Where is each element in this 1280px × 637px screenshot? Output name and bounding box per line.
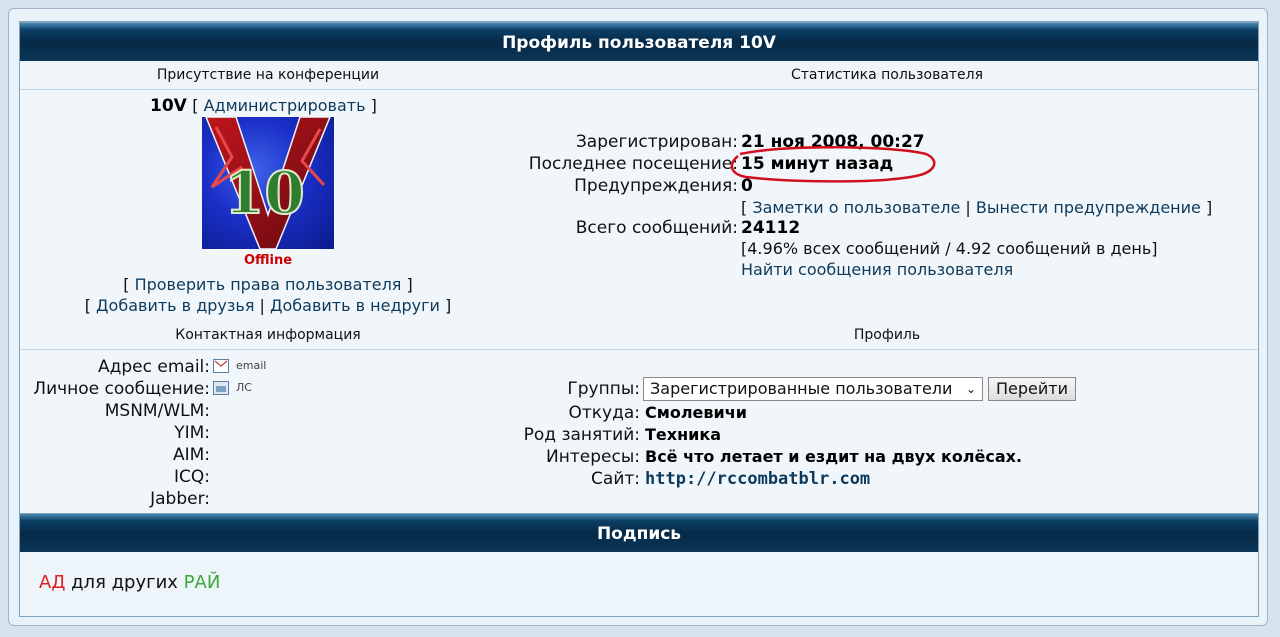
aim-label: AIM:: [172, 445, 210, 465]
signature-part-red: АД: [39, 572, 66, 593]
from-label: Откуда:: [568, 403, 640, 423]
annotation-circle: [730, 146, 936, 183]
jabber-label: Jabber:: [150, 489, 210, 509]
groups-label: Группы:: [567, 379, 640, 399]
admin-link[interactable]: Администрировать: [204, 96, 366, 115]
msn-label: MSNM/WLM:: [104, 401, 210, 421]
avatar: 10: [202, 117, 334, 249]
username: 10V: [150, 96, 187, 116]
user-notes-link[interactable]: Заметки о пользователе: [752, 198, 960, 217]
groups-select[interactable]: Зарегистрированные пользователи ⌄: [643, 377, 983, 401]
page-title: Профиль пользователя 10V: [502, 33, 776, 53]
issue-warning-link[interactable]: Вынести предупреждение: [976, 198, 1201, 217]
warnings-label: Предупреждения:: [574, 176, 738, 196]
stats-heading: Статистика пользователя: [516, 62, 1258, 88]
signature-title-bar: Подпись: [20, 513, 1258, 552]
site-label: Сайт:: [591, 469, 640, 489]
chevron-down-icon: ⌄: [965, 382, 976, 396]
email-icon-label: email: [236, 359, 267, 372]
interests-label: Интересы:: [546, 447, 640, 467]
registered-label: Зарегистрирован:: [575, 132, 738, 152]
signature-part-green: РАЙ: [183, 572, 221, 593]
signature-part-middle: для других: [65, 572, 184, 593]
occupation-label: Род занятий:: [523, 425, 640, 445]
from-value: Смолевичи: [645, 403, 747, 422]
email-icon[interactable]: [213, 359, 229, 373]
check-rights-link[interactable]: Проверить права пользователя: [135, 275, 402, 294]
profile-panel: Профиль пользователя 10V Присутствие на …: [19, 21, 1259, 617]
warnings-value: 0: [741, 176, 753, 196]
signature-text: АД для других РАЙ: [39, 572, 220, 593]
svg-text:10: 10: [224, 159, 305, 227]
pm-icon[interactable]: [213, 381, 229, 395]
groups-select-value: Зарегистрированные пользователи: [650, 379, 953, 398]
avatar-image: 10: [205, 117, 331, 249]
pm-icon-label: ЛС: [236, 381, 252, 394]
posts-value: 24112: [741, 218, 801, 238]
posts-label: Всего сообщений:: [575, 218, 738, 238]
find-posts-link[interactable]: Найти сообщения пользователя: [741, 260, 1013, 279]
status-badge: Offline: [243, 253, 293, 268]
email-label: Адрес email:: [98, 357, 210, 377]
icq-label: ICQ:: [174, 467, 210, 487]
contact-heading: Контактная информация: [20, 322, 516, 348]
add-foe-link[interactable]: Добавить в недруги: [270, 296, 440, 315]
interests-value: Всё что летает и ездит на двух колёсах.: [645, 447, 1023, 466]
last-visit-label: Последнее посещение:: [528, 154, 738, 174]
profile-heading: Профиль: [516, 322, 1258, 348]
website-link[interactable]: http://rccombatblr.com: [645, 469, 870, 489]
yim-label: YIM:: [174, 423, 210, 443]
pm-label: Личное сообщение:: [33, 379, 210, 399]
posts-detail: [4.96% всех сообщений / 4.92 сообщений в…: [741, 239, 1158, 258]
presence-heading: Присутствие на конференции: [20, 62, 516, 88]
go-button[interactable]: Перейти: [988, 377, 1076, 401]
occupation-value: Техника: [645, 425, 722, 444]
add-friend-link[interactable]: Добавить в друзья: [96, 296, 254, 315]
profile-title-bar: Профиль пользователя 10V: [20, 22, 1258, 61]
signature-heading: Подпись: [596, 524, 682, 544]
